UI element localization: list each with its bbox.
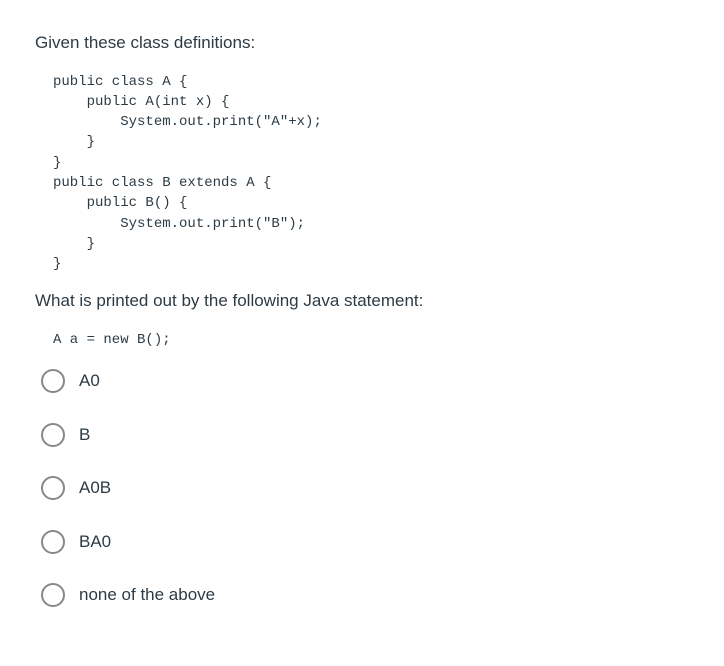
option-row[interactable]: none of the above [35, 582, 689, 608]
option-label: A0B [79, 475, 111, 501]
option-label: BA0 [79, 529, 111, 555]
options-list: A0 B A0B BA0 none of the above [35, 368, 689, 608]
radio-icon[interactable] [41, 583, 65, 607]
radio-icon[interactable] [41, 476, 65, 500]
code-block-statement: A a = new B(); [53, 330, 689, 350]
option-label: none of the above [79, 582, 215, 608]
option-row[interactable]: BA0 [35, 529, 689, 555]
radio-icon[interactable] [41, 530, 65, 554]
radio-icon[interactable] [41, 423, 65, 447]
question-container: Given these class definitions: public cl… [35, 30, 689, 608]
code-block-definitions: public class A { public A(int x) { Syste… [53, 72, 689, 275]
option-label: B [79, 422, 90, 448]
radio-icon[interactable] [41, 369, 65, 393]
option-label: A0 [79, 368, 100, 394]
option-row[interactable]: A0B [35, 475, 689, 501]
question-intro: Given these class definitions: [35, 30, 689, 56]
option-row[interactable]: B [35, 422, 689, 448]
option-row[interactable]: A0 [35, 368, 689, 394]
question-prompt: What is printed out by the following Jav… [35, 288, 689, 314]
